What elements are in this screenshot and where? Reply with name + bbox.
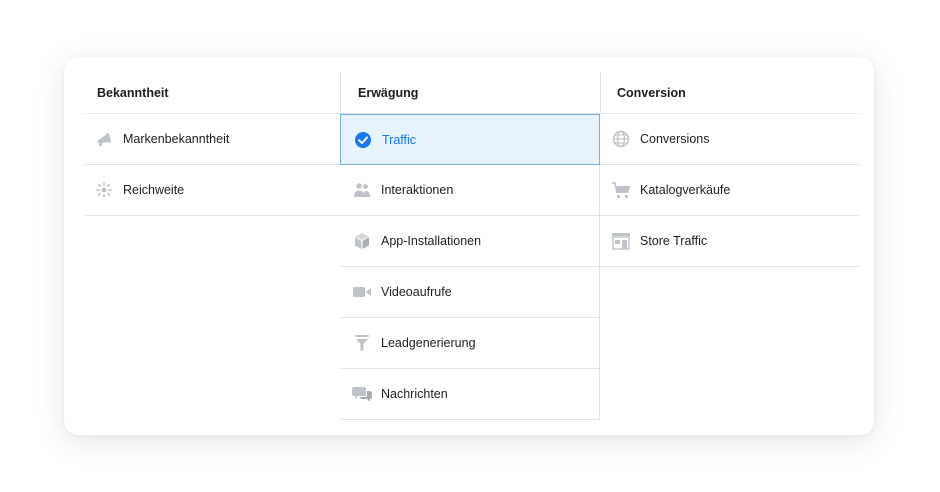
objective-label: Leadgenerierung [381,336,476,350]
objective-lead-generation[interactable]: Leadgenerierung [340,318,600,369]
check-circle-icon [353,130,373,150]
objective-label: Katalogverkäufe [640,183,731,197]
objective-conversions[interactable]: Conversions [600,114,859,165]
shopping-cart-icon [611,180,631,200]
objective-label: Store Traffic [640,234,708,248]
people-icon [352,180,372,200]
video-camera-icon [352,282,372,302]
objective-label: Reichweite [123,183,185,197]
objective-traffic[interactable]: Traffic [340,114,600,165]
objective-app-installs[interactable]: App-Installationen [340,216,600,267]
store-icon [611,231,631,251]
column-header-conversion: Conversion [600,72,859,114]
objective-brand-awareness[interactable]: Markenbekanntheit [85,114,341,165]
objective-label: Videoaufrufe [381,285,452,299]
objective-label: Conversions [640,132,710,146]
chat-bubbles-icon [352,384,372,404]
column-awareness: Bekanntheit Markenbekanntheit Reichweite [85,72,341,216]
objective-catalog-sales[interactable]: Katalogverkäufe [600,165,859,216]
objective-label: Interaktionen [381,183,454,197]
objective-label: Nachrichten [381,387,448,401]
objective-engagement[interactable]: Interaktionen [340,165,600,216]
column-header-consideration: Erwägung [340,72,600,114]
objective-label: Markenbekanntheit [123,132,230,146]
box-icon [352,231,372,251]
objective-label: App-Installationen [381,234,482,248]
objective-label: Traffic [382,132,417,147]
reach-icon [94,180,114,200]
column-conversion: Conversion Conversions Katalogverkäufe S… [600,72,859,267]
globe-icon [611,129,631,149]
objective-reach[interactable]: Reichweite [85,165,341,216]
column-header-awareness: Bekanntheit [85,72,341,114]
megaphone-icon [94,129,114,149]
objective-video-views[interactable]: Videoaufrufe [340,267,600,318]
objective-messages[interactable]: Nachrichten [340,369,600,420]
funnel-icon [352,333,372,353]
objective-store-traffic[interactable]: Store Traffic [600,216,859,267]
column-consideration: Erwägung Traffic Interaktionen App-Insta… [340,72,600,420]
